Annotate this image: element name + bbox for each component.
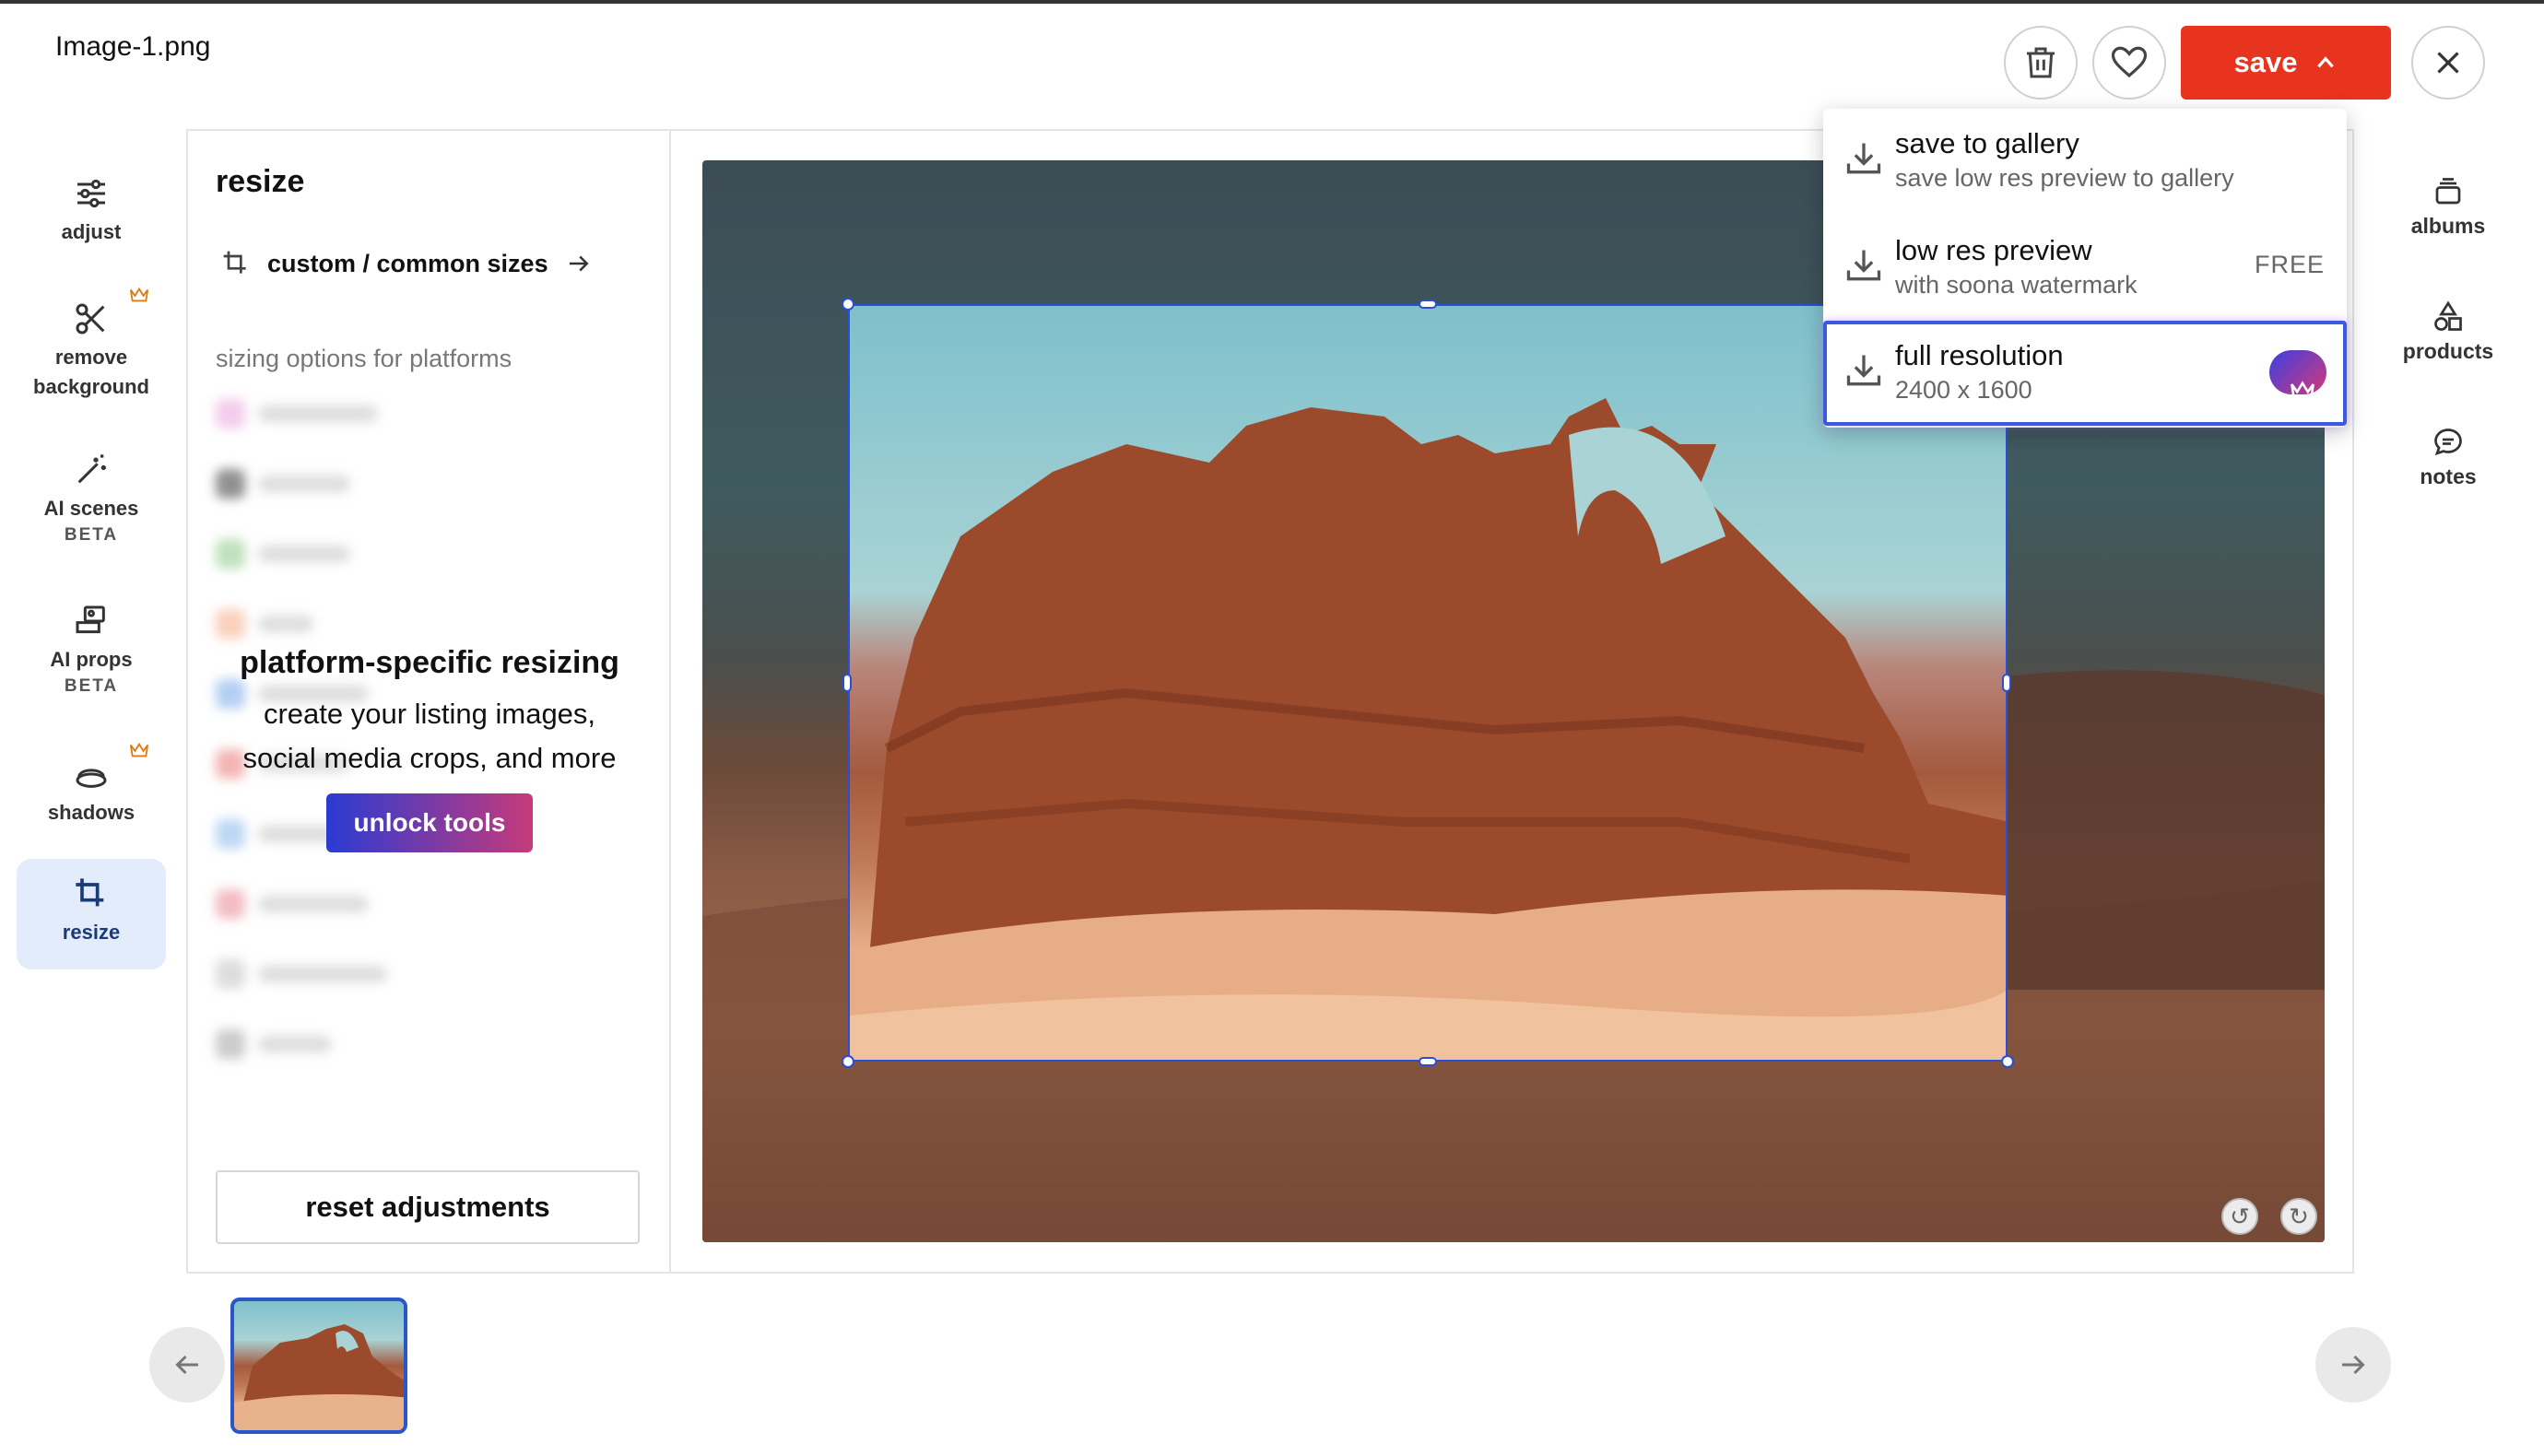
tool-remove-background-line2: background [33,375,149,398]
tool-resize[interactable]: resize [17,859,166,969]
download-icon [1846,143,1881,174]
tool-shadows[interactable]: shadows [17,750,166,851]
upgrade-promo: platform-specific resizing create your l… [206,642,653,852]
file-name: Image-1.png [55,31,211,62]
ai-props-icon [76,605,105,634]
option-title: low res preview [1895,234,2092,266]
arrow-right-icon [569,255,589,272]
close-icon [2437,52,2459,74]
trash-icon [2027,47,2055,78]
reset-adjustments-button[interactable]: reset adjustments [216,1170,640,1244]
rotate-left-icon[interactable]: ↺ [2221,1198,2258,1235]
previous-image-button[interactable] [149,1327,225,1403]
albums-label: albums [2410,214,2486,238]
crop-handle-top-left[interactable] [842,298,854,311]
custom-sizes-link[interactable]: custom / common sizes [221,249,593,278]
tool-ai-props-label: AI props [50,648,133,671]
tool-ai-scenes-label: AI scenes [43,497,139,520]
tool-remove-background[interactable]: remove background [17,295,166,424]
tool-resize-label: resize [62,921,121,944]
download-icon [1846,355,1881,386]
save-to-gallery-option[interactable]: save to gallery save low res preview to … [1823,109,2347,214]
crop-handle-bottom-left[interactable] [842,1055,854,1068]
heart-icon [2111,46,2148,78]
crown-icon [129,287,149,302]
promo-title: platform-specific resizing [240,645,619,680]
low-res-preview-option[interactable]: low res preview with soona watermark FRE… [1823,216,2347,321]
chat-bubble-icon [2434,429,2462,456]
tool-ai-props[interactable]: AI props BETA [17,597,166,735]
crop-handle-left[interactable] [842,674,852,692]
tool-adjust[interactable]: adjust [17,170,166,271]
shadow-icon [76,769,107,788]
panel-title: resize [216,164,305,199]
free-badge: FREE [2254,251,2325,278]
promo-text-line2: social media crops, and more [242,742,617,774]
chevron-up-icon [2317,56,2335,68]
option-title: save to gallery [1895,127,2079,159]
rotate-right-icon[interactable]: ↻ [2280,1198,2317,1235]
notes-label: notes [2420,464,2477,488]
arrow-left-icon [175,1355,198,1375]
tool-ai-scenes[interactable]: AI scenes BETA [17,446,166,584]
promo-text-line1: create your listing images, [263,698,596,730]
tool-shadows-label: shadows [47,801,135,824]
sliders-icon [77,179,105,208]
download-icon [1846,250,1881,281]
save-label: save [2233,46,2298,78]
tool-adjust-label: adjust [61,220,122,243]
delete-button[interactable] [2004,26,2078,100]
crown-icon [2291,381,2314,400]
favorite-button[interactable] [2092,26,2166,100]
shapes-icon [2434,300,2462,331]
platforms-label: sizing options for platforms [216,345,512,372]
scissors-icon [76,303,105,335]
crop-handle-top[interactable] [1419,299,1437,309]
crop-icon [76,878,104,907]
crop-handle-bottom-right[interactable] [2001,1055,2014,1068]
option-subtitle: with soona watermark [1895,271,2138,299]
crop-handle-bottom[interactable] [1419,1057,1437,1066]
beta-tag: BETA [64,525,119,545]
option-subtitle: save low res preview to gallery [1895,164,2234,192]
custom-sizes-label: custom / common sizes [267,249,548,277]
tool-remove-background-line1: remove [54,346,128,369]
next-image-button[interactable] [2315,1327,2391,1403]
crown-icon [129,742,149,757]
premium-badge [2269,350,2326,400]
albums-button[interactable]: albums [2402,175,2494,239]
albums-icon [2435,178,2461,205]
save-menu: save to gallery save low res preview to … [1823,109,2347,428]
full-resolution-option[interactable]: full resolution 2400 x 1600 [1823,321,2347,426]
notes-button[interactable]: notes [2402,426,2494,489]
products-button[interactable]: products [2402,300,2494,364]
unlock-tools-button[interactable]: unlock tools [325,793,534,852]
magic-wand-icon [77,454,106,484]
products-label: products [2402,339,2494,363]
crop-handle-right[interactable] [2002,674,2011,692]
promo-text: create your listing images, social media… [206,692,653,781]
arrow-right-icon [2342,1355,2365,1375]
crop-icon [223,251,246,274]
option-subtitle: 2400 x 1600 [1895,376,2032,404]
window-top-border [0,0,2544,4]
beta-tag: BETA [64,676,119,696]
close-button[interactable] [2411,26,2485,100]
resize-panel: resize custom / common sizes sizing opti… [188,131,671,1272]
option-title: full resolution [1895,339,2064,371]
image-thumbnail[interactable] [230,1297,407,1434]
save-button[interactable]: save [2181,26,2391,100]
thumbnail-rock [234,1324,404,1430]
